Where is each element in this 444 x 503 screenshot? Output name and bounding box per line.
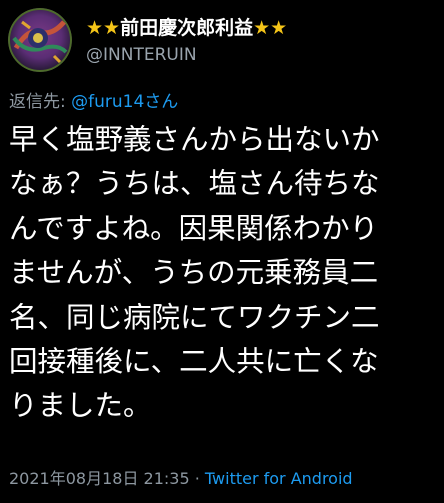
tweet-meta: 2021年08月18日 21:35 · Twitter for Android <box>9 465 353 489</box>
star-icon: ★★ <box>86 17 121 39</box>
source-link[interactable]: Twitter for Android <box>205 469 353 488</box>
display-name-text: 前田慶次郎利益 <box>120 17 254 39</box>
timestamp[interactable]: 2021年08月18日 21:35 <box>9 469 190 488</box>
tweet-text: 早く塩野義さんから出ないか なぁ？うちは、塩さん待ちな んですよね。因果関係わか… <box>9 118 439 429</box>
star-icon: ★★ <box>253 17 288 39</box>
tweet-line: んですよね。因果関係わかり <box>9 211 379 245</box>
tweet-line: 早く塩野義さんから出ないか <box>9 123 380 156</box>
display-name[interactable]: ★★前田慶次郎利益★★ <box>86 13 287 40</box>
user-handle[interactable]: @INNTERUIN <box>86 45 197 65</box>
separator: · <box>189 469 205 488</box>
tweet-line: 回接種後に、二人共に亡くな <box>9 344 379 378</box>
tweet-line: りました。 <box>9 389 152 423</box>
tweet-line: なぁ？うちは、塩さん待ちな <box>9 167 380 201</box>
reply-mention-link[interactable]: @furu14さん <box>71 92 178 112</box>
reply-prefix: 返信先: <box>9 92 72 112</box>
tweet-line: 名、同じ病院にてワクチン二 <box>9 300 380 334</box>
reply-to: 返信先: @furu14さん <box>9 87 178 112</box>
avatar-image <box>8 8 72 72</box>
tweet-line: ませんが、うちの元乗務員二 <box>9 256 379 290</box>
avatar[interactable] <box>8 8 72 72</box>
